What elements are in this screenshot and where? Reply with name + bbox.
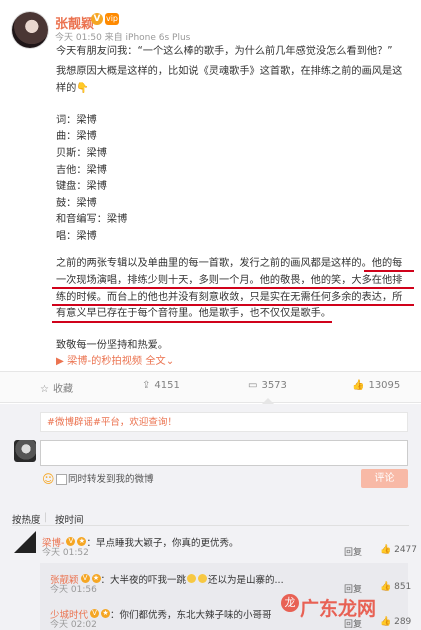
hashtag-banner[interactable]: #微博辟谣#平台，欢迎查询！ [40, 412, 408, 432]
submit-comment-button[interactable]: 评论 [361, 469, 408, 488]
reply-button[interactable]: 回复 [344, 545, 362, 558]
video-link-icon: ▶ [56, 356, 64, 367]
avatar[interactable] [12, 12, 48, 48]
comment-time: 今天 01:52 [42, 548, 89, 558]
current-user-avatar [14, 440, 36, 462]
post-line: 键盘：梁博 [56, 181, 107, 192]
post-meta: 今天 01:50 来自 iPhone 6s Plus [55, 33, 191, 43]
post-links-row: ▶ 梁博-的秒拍视频 全文⌄ [56, 354, 174, 370]
favorite-label: 收藏 [52, 384, 73, 395]
thumb-up-icon: 👍 [380, 582, 392, 592]
reply-like-count: 851 [394, 582, 412, 592]
video-link[interactable]: 的秒拍视频 [91, 356, 142, 367]
post-line: 和音编写：梁博 [56, 214, 128, 225]
reply-time: 今天 02:02 [50, 620, 97, 630]
reply-like-button[interactable]: 👍 851 [380, 582, 411, 592]
emoji-laugh-icon [187, 574, 197, 583]
red-underline [52, 304, 414, 306]
post-line: 之前的两张专辑以及单曲里的每一首歌，发行之前的画风都是这样的。他的每 [56, 258, 403, 269]
repost-button[interactable]: ⇪ 4151 [142, 380, 180, 391]
reply-like-button[interactable]: 👍 289 [380, 617, 411, 627]
comment-button[interactable]: ▭ 3573 [248, 380, 287, 391]
comment-icon: ▭ [248, 380, 258, 391]
repost-count: 4151 [154, 380, 180, 391]
thumb-up-icon: 👍 [352, 380, 365, 391]
thumb-up-icon: 👍 [380, 545, 392, 555]
post-line: 贝斯：梁博 [56, 148, 107, 159]
reply-like-count: 289 [394, 617, 412, 627]
divider [12, 525, 409, 526]
post-line: 吉他：梁博 [56, 165, 107, 176]
comment-text: ：早点睡我大颖子，你真的更优秀。 [86, 538, 239, 549]
like-count: 13095 [368, 380, 401, 391]
thumb-up-icon: 👍 [380, 617, 392, 627]
post-line: 样的👇 [56, 83, 90, 94]
star-icon: ☆ [40, 384, 49, 395]
reply-time: 今天 01:56 [50, 585, 97, 595]
sort-by-time-tab[interactable]: 按时间 [55, 512, 84, 526]
comment-like-button[interactable]: 👍 2477 [380, 545, 417, 555]
like-button[interactable]: 👍 13095 [352, 380, 400, 391]
repost-checkbox-label: 同时转发到我的微博 [68, 474, 154, 485]
sort-separator: | [44, 512, 48, 523]
sort-by-hot-tab[interactable]: 按热度 [12, 512, 41, 526]
post-line: 有意义早已存在于每个音符里。他是歌手，也不仅仅是歌手。 [56, 308, 332, 319]
emoji-icon[interactable]: ☺ [42, 472, 55, 486]
comment-like-count: 2477 [394, 545, 417, 555]
reply-text-after: 还以为是山寨的... [208, 575, 284, 586]
red-underline [52, 287, 414, 289]
comment-count: 3573 [261, 380, 287, 391]
chevron-down-icon[interactable]: ⌄ [166, 356, 175, 367]
reply-text: ：大半夜的吓我一跳 [100, 575, 187, 586]
action-bar: ☆ 收藏 ⇪ 4151 ▭ 3573 👍 13095 [0, 371, 421, 403]
post-line: 唱：梁博 [56, 231, 97, 242]
post-line: 今天有朋友问我：“一个这么棒的歌手，为什么前几年感觉没怎么看到他？” [56, 46, 393, 57]
post-line: 致敬每一份坚持和热爱。 [56, 340, 169, 351]
post-line: 曲：梁博 [56, 131, 97, 142]
hashtag-link[interactable]: 欢迎查询！ [129, 417, 177, 428]
vip-badge-icon: ★ [101, 609, 111, 618]
watermark: 广东龙网 [300, 598, 377, 620]
repost-icon: ⇪ [142, 380, 151, 391]
comment-input[interactable] [40, 440, 408, 466]
expand-full-text-link[interactable]: 全文 [145, 356, 165, 367]
post-line: 我想原因大概是这样的，比如说《灵魂歌手》这首歌，在排练之前的画风是这 [56, 66, 403, 77]
post-line: 鼓：梁博 [56, 198, 97, 209]
video-user-link[interactable]: 梁博- [67, 356, 91, 367]
red-underline [364, 270, 414, 272]
verified-badge-icon: V [91, 13, 103, 25]
red-underline [52, 321, 332, 323]
hashtag-prefix: #微博辟谣#平台， [47, 417, 130, 428]
vip-badge-icon: vip [105, 13, 119, 25]
post-line: 词：梁博 [56, 115, 97, 126]
reply-text: ：你们都优秀，东北大辣子味的小哥哥 [110, 610, 272, 621]
emoji-laugh-icon [198, 574, 208, 583]
favorite-button[interactable]: ☆ 收藏 [40, 380, 73, 395]
repost-checkbox[interactable] [56, 474, 67, 485]
watermark-logo-icon: 龙 [281, 594, 299, 612]
